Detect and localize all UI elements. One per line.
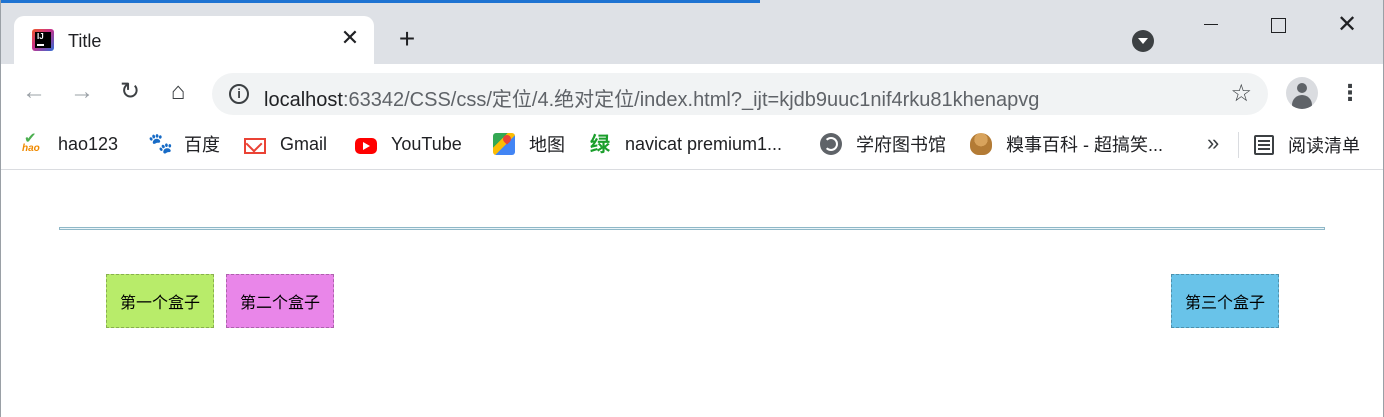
url-text[interactable]: localhost:63342/CSS/css/定位/4.绝对定位/index.… bbox=[264, 83, 1039, 112]
url-path: :63342/CSS/css/定位/4.绝对定位/index.html?_ijt… bbox=[342, 89, 1040, 111]
bookmark-baidu[interactable]: 🐾 百度 bbox=[148, 132, 220, 156]
bookmark-gmail[interactable]: Gmail bbox=[244, 132, 327, 156]
reading-list-icon bbox=[1254, 135, 1274, 155]
window-top-accent bbox=[0, 0, 760, 3]
bookmark-star-icon[interactable]: ☆ bbox=[1230, 80, 1252, 108]
green-lv-icon: 绿 bbox=[590, 132, 610, 156]
bookmark-label: 学府图书馆 bbox=[856, 135, 946, 155]
bookmarks-overflow-icon[interactable]: » bbox=[1207, 130, 1219, 156]
reading-list-button[interactable]: 阅读清单 bbox=[1254, 132, 1360, 158]
browser-chrome: IJ Title ✕ + ✕ ← → ↻ ⌂ i localhost:63342… bbox=[0, 0, 1384, 170]
second-box: 第二个盒子 bbox=[226, 274, 334, 328]
bookmark-navicat[interactable]: 绿 navicat premium1... bbox=[589, 132, 782, 156]
bookmark-youtube[interactable]: YouTube bbox=[355, 132, 462, 156]
page-content: 第一个盒子 第二个盒子 第三个盒子 bbox=[0, 171, 1384, 417]
bookmark-label: 地图 bbox=[529, 135, 565, 155]
site-info-icon[interactable]: i bbox=[229, 84, 249, 104]
minimize-button[interactable] bbox=[1196, 10, 1226, 40]
toolbar: ← → ↻ ⌂ i localhost:63342/CSS/css/定位/4.绝… bbox=[0, 64, 1384, 122]
url-host: localhost bbox=[264, 89, 343, 111]
tab-close-icon[interactable]: ✕ bbox=[340, 27, 360, 49]
bookmark-qiushi[interactable]: 糗事百科 - 超搞笑... bbox=[970, 132, 1163, 156]
back-button[interactable]: ← bbox=[20, 78, 48, 106]
bookmark-label: 百度 bbox=[184, 135, 220, 155]
new-tab-button[interactable]: + bbox=[394, 25, 420, 53]
youtube-icon bbox=[355, 137, 377, 154]
globe-icon bbox=[820, 133, 842, 155]
poop-icon bbox=[970, 133, 992, 155]
window-close-button[interactable]: ✕ bbox=[1332, 10, 1362, 40]
bookmark-label: navicat premium1... bbox=[625, 133, 783, 154]
bookmark-label: YouTube bbox=[391, 133, 462, 154]
forward-button[interactable]: → bbox=[68, 78, 96, 106]
bookmark-label: Gmail bbox=[280, 133, 328, 154]
bookmarks-bar: hao123 🐾 百度 Gmail YouTube 地图 绿 navicat p… bbox=[0, 122, 1384, 170]
bookmark-library[interactable]: 学府图书馆 bbox=[820, 132, 946, 156]
reading-list-label: 阅读清单 bbox=[1288, 136, 1360, 156]
profile-avatar-icon[interactable] bbox=[1286, 77, 1318, 109]
maximize-button[interactable] bbox=[1263, 10, 1293, 40]
browser-menu-icon[interactable]: ⋮ bbox=[1338, 80, 1362, 106]
gmail-icon bbox=[244, 137, 266, 154]
parent-container-box bbox=[59, 227, 1325, 230]
tab-search-icon[interactable] bbox=[1132, 30, 1154, 52]
address-bar[interactable]: i localhost:63342/CSS/css/定位/4.绝对定位/inde… bbox=[212, 73, 1268, 115]
bookmark-label: 糗事百科 - 超搞笑... bbox=[1006, 135, 1163, 155]
google-maps-icon bbox=[493, 133, 515, 155]
intellij-favicon-icon: IJ bbox=[32, 29, 54, 51]
bookmark-hao123[interactable]: hao123 bbox=[22, 129, 119, 156]
bookmarks-divider bbox=[1238, 132, 1239, 158]
home-button[interactable]: ⌂ bbox=[164, 78, 192, 106]
tab-active[interactable]: IJ Title ✕ bbox=[14, 16, 374, 64]
third-box: 第三个盒子 bbox=[1171, 274, 1279, 328]
bookmark-label: hao123 bbox=[58, 133, 119, 154]
reload-button[interactable]: ↻ bbox=[116, 78, 144, 106]
first-box: 第一个盒子 bbox=[106, 274, 214, 328]
bookmark-maps[interactable]: 地图 bbox=[493, 132, 565, 156]
hao123-icon bbox=[22, 129, 44, 155]
baidu-paw-icon: 🐾 bbox=[148, 133, 173, 155]
tab-title: Title bbox=[68, 31, 102, 51]
